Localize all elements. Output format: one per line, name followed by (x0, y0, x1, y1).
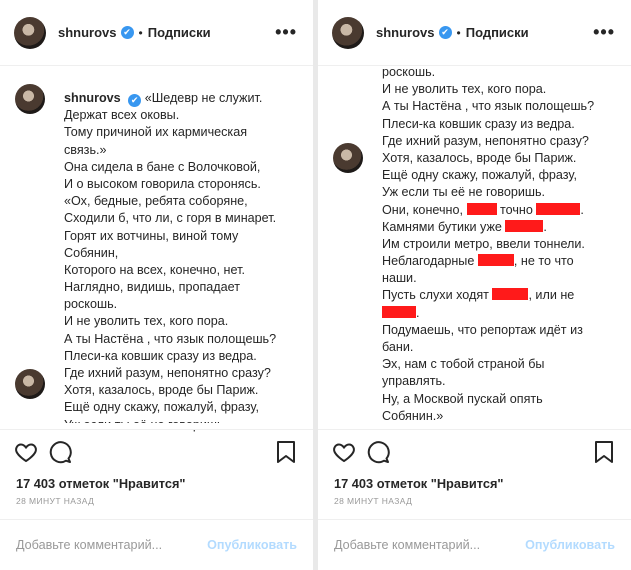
comment-input[interactable]: Добавьте комментарий... (16, 538, 162, 552)
post-header: shnurovs ✔ • Подписки ••• (318, 0, 631, 66)
caption: shnurovs ✔ «Шедевр не служит. Держат все… (64, 90, 305, 434)
redaction (492, 288, 529, 301)
caption-line: Где ихний разум, непонятно сразу? (382, 133, 589, 148)
more-options-icon[interactable]: ••• (275, 22, 297, 43)
caption-text: . (543, 219, 547, 234)
caption-line: управлять. (382, 374, 446, 389)
caption-text: Камнями бутики уже (382, 219, 502, 234)
caption-line: Плеси-ка ковшик сразу из ведра. (64, 348, 257, 363)
caption-line: Собянин.» (382, 408, 444, 423)
caption-line: Ну, а Москвой пускай опять (382, 391, 543, 406)
divider (0, 519, 313, 520)
redaction (536, 202, 581, 215)
caption-line: Наглядно, видишь, пропадает (64, 280, 241, 295)
redaction (477, 254, 514, 267)
caption-line: Она сидела в бане с Волочковой, (64, 159, 261, 174)
divider (0, 429, 313, 430)
caption: роскошь. И не уволить тех, кого пора. А … (382, 64, 623, 425)
bookmark-icon[interactable] (593, 440, 615, 464)
caption-line: Эх, нам с тобой страной бы (382, 357, 545, 372)
comment-input[interactable]: Добавьте комментарий... (334, 538, 480, 552)
likes-count[interactable]: 17 403 отметок "Нравится" (334, 476, 503, 491)
caption-line: наши. (382, 271, 417, 286)
caption-text: , не то что (513, 254, 574, 269)
publish-button[interactable]: Опубликовать (525, 538, 615, 552)
caption-line: Хотя, казалось, вроде бы Париж. (64, 383, 259, 398)
caption-line: Уж если ты её не говоришь. (382, 185, 546, 200)
comment-icon[interactable] (366, 440, 390, 464)
caption-line: И не уволить тех, кого пора. (382, 82, 547, 97)
caption-line: Им строили метро, ввели тоннели. (382, 236, 585, 251)
caption-username[interactable]: shnurovs (64, 91, 121, 105)
heart-icon[interactable] (14, 440, 38, 464)
post-header: shnurovs ✔ • Подписки ••• (0, 0, 313, 66)
caption-line: Где ихний разум, непонятно сразу? (64, 366, 271, 380)
comment-icon[interactable] (48, 440, 72, 464)
separator: • (138, 25, 143, 40)
caption-line: Сходили б, что ли, с горя в минарет. (64, 211, 277, 226)
timestamp[interactable]: 28 МИНУТ НАЗАД (334, 496, 412, 506)
caption-line: «Шедевр не служит. (144, 91, 263, 105)
publish-button[interactable]: Опубликовать (207, 538, 297, 552)
caption-text: точно (500, 202, 533, 217)
heart-icon[interactable] (332, 440, 356, 464)
caption-line: Ещё одну скажу, пожалуй, фразу, (64, 400, 259, 415)
username-link[interactable]: shnurovs (58, 25, 117, 40)
caption-line: Собянин, (64, 245, 119, 260)
post-panel-left: shnurovs ✔ • Подписки ••• shnurovs ✔ «Ше… (0, 0, 313, 570)
caption-line: бани. (382, 340, 414, 354)
following-button[interactable]: Подписки (466, 25, 529, 40)
caption-line: Хотя, казалось, вроде бы Париж. (382, 150, 577, 165)
verified-icon: ✔ (120, 26, 134, 39)
caption-line: Горят их вотчины, виной тому (64, 228, 239, 243)
caption-line: А ты Настёна , что язык полощешь? (64, 331, 277, 346)
caption-line: А ты Настёна , что язык полощешь? (382, 99, 595, 114)
redaction (382, 305, 416, 318)
caption-line: Неблагодарные , не то что (382, 253, 623, 270)
verified-icon: ✔ (438, 26, 452, 39)
caption-line: Которого на всех, конечно, нет. (64, 262, 245, 277)
verified-icon: ✔ (128, 94, 142, 107)
redaction (505, 219, 544, 232)
caption-line: Камнями бутики уже . (382, 219, 623, 236)
separator: • (456, 25, 461, 40)
bookmark-icon[interactable] (275, 440, 297, 464)
caption-line: Они, конечно, точно . (382, 202, 623, 219)
caption-text: Они, конечно, (382, 202, 463, 217)
avatar[interactable] (333, 143, 363, 173)
divider (318, 429, 631, 430)
avatar[interactable] (15, 84, 45, 114)
caption-text: , или не (528, 288, 575, 303)
avatar[interactable] (332, 16, 364, 49)
caption-line: Плеси-ка ковшик сразу из ведра. (382, 116, 575, 131)
divider (318, 519, 631, 520)
caption-line: Тому причиной их кармическая (64, 125, 248, 140)
caption-line: Пусть слухи ходят , или не (382, 287, 623, 304)
post-panel-right: shnurovs ✔ • Подписки ••• роскошь. И не … (318, 0, 631, 570)
caption-line: И о высоком говорила сторонясь. (64, 176, 261, 191)
caption-mask (318, 66, 631, 69)
caption-text: Неблагодарные (382, 254, 475, 269)
caption-line: . (382, 305, 623, 322)
caption-text: . (580, 202, 584, 217)
following-button[interactable]: Подписки (148, 25, 211, 40)
caption-text: . (416, 305, 420, 320)
avatar[interactable] (15, 369, 45, 399)
username-link[interactable]: shnurovs (376, 25, 435, 40)
caption-line: И не уволить тех, кого пора. (64, 314, 229, 329)
action-bar (332, 440, 617, 466)
caption-text: Пусть слухи ходят (382, 288, 489, 303)
likes-count[interactable]: 17 403 отметок "Нравится" (16, 476, 185, 491)
caption-line: связь.» (64, 142, 107, 157)
action-bar (14, 440, 299, 466)
redaction (466, 202, 497, 215)
caption-line: Держат всех оковы. (64, 108, 180, 123)
timestamp[interactable]: 28 МИНУТ НАЗАД (16, 496, 94, 506)
caption-line: Ещё одну скажу, пожалуй, фразу, (382, 168, 577, 183)
avatar[interactable] (14, 16, 46, 49)
caption-line: «Ох, бедные, ребята соборяне, (64, 194, 248, 209)
more-options-icon[interactable]: ••• (593, 22, 615, 43)
caption-line: роскошь. (64, 297, 118, 312)
caption-line: Подумаешь, что репортаж идёт из (382, 322, 583, 337)
